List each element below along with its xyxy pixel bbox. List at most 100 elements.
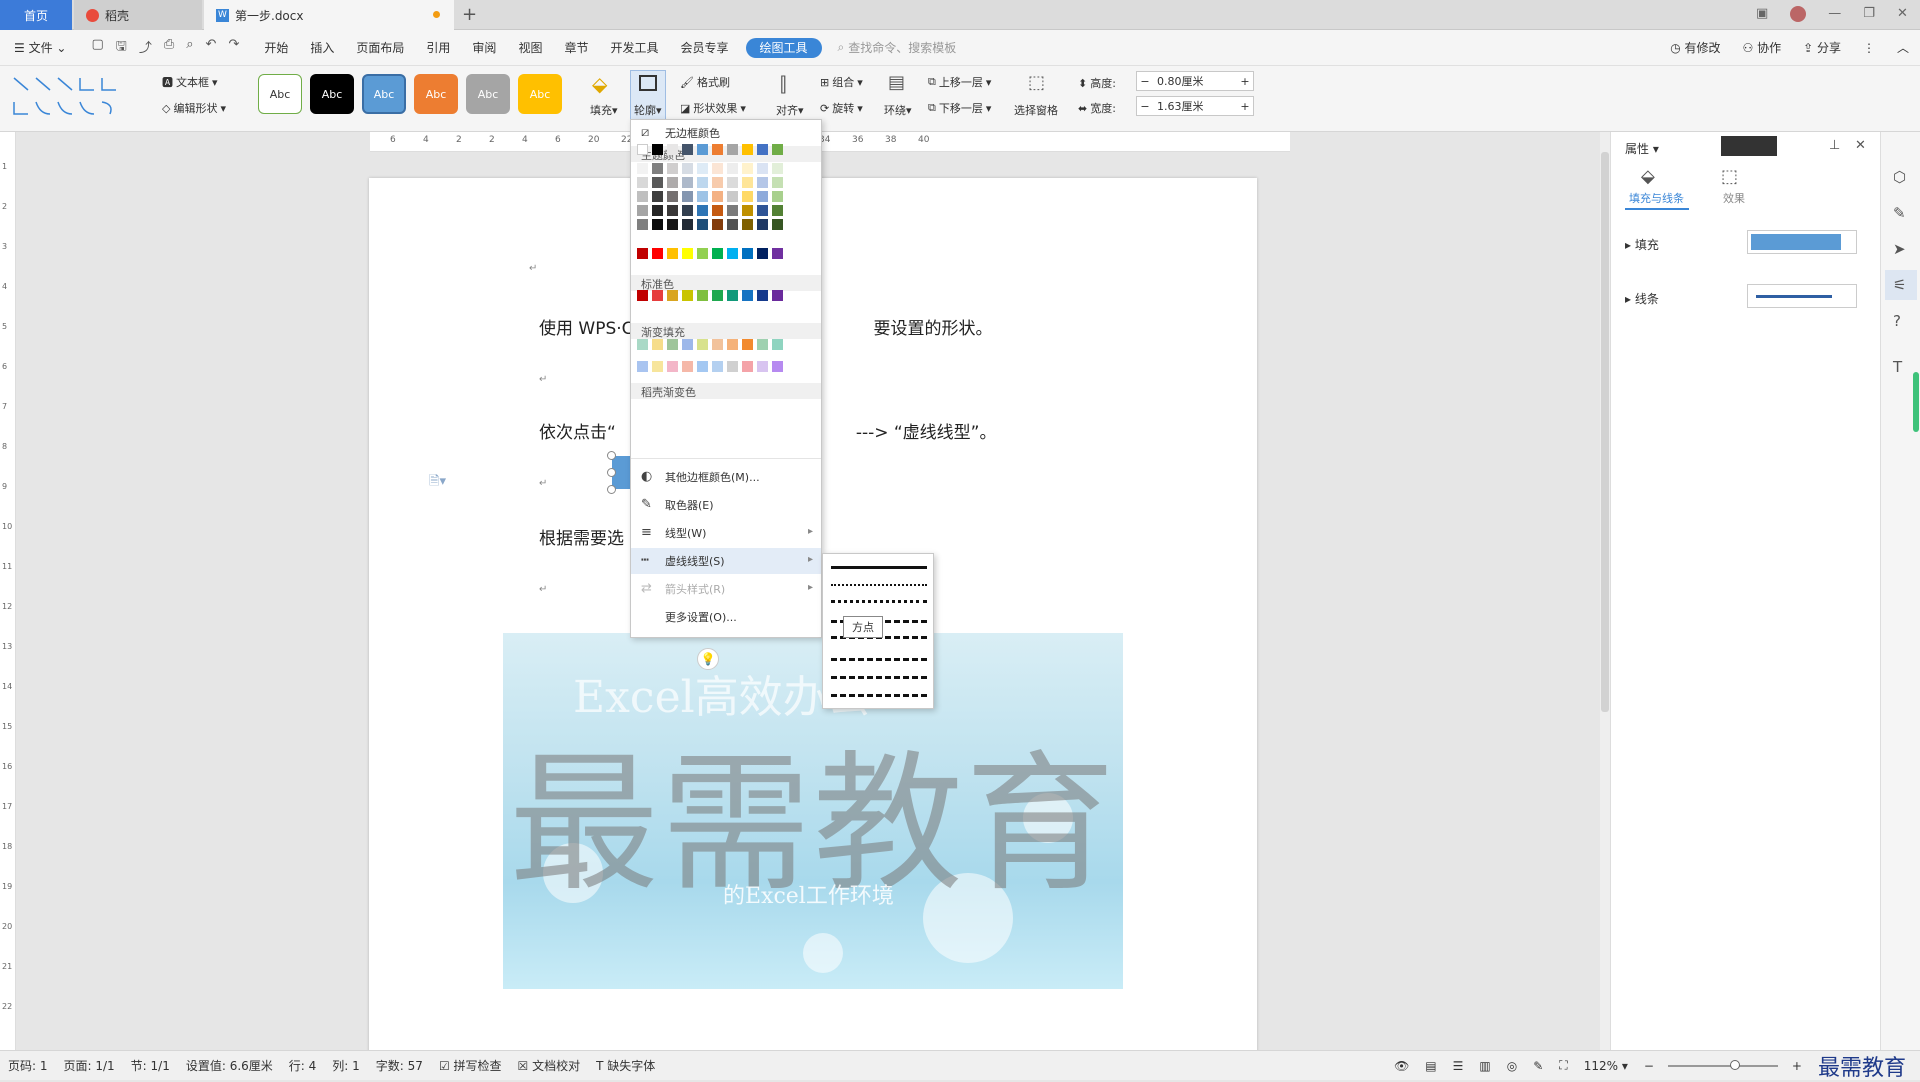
style-preset-6[interactable]: Abc <box>518 74 562 114</box>
theme-shade-swatch[interactable] <box>697 177 708 188</box>
docer-gradient-swatch[interactable] <box>682 361 693 372</box>
width-stepper[interactable]: − 1.63厘米 + <box>1136 96 1254 116</box>
zoom-in-icon[interactable]: + <box>1784 1059 1810 1073</box>
theme-shade-swatch[interactable] <box>772 163 783 174</box>
theme-shade-swatch[interactable] <box>682 191 693 202</box>
style-preset-5[interactable]: Abc <box>466 74 510 114</box>
menu-file[interactable]: ☰ 文件 ⌄ <box>0 30 77 66</box>
wrap-icon[interactable]: ▤ <box>888 72 905 93</box>
collapse-ribbon-icon[interactable]: ︿ <box>1886 30 1920 66</box>
docer-gradient-swatch[interactable] <box>727 339 738 350</box>
effect-tab-icon[interactable]: ⬚ <box>1721 166 1738 187</box>
docer-gradient-swatch[interactable] <box>697 339 708 350</box>
theme-shade-swatch[interactable] <box>742 177 753 188</box>
avatar[interactable] <box>1790 6 1807 22</box>
status-pages[interactable]: 页面: 1/1 <box>56 1057 123 1074</box>
fill-section[interactable]: ▸ 填充 <box>1625 236 1659 253</box>
fit-icon[interactable]: ⛶ <box>1551 1058 1575 1073</box>
dash-round-dot-option[interactable] <box>831 584 927 586</box>
save-icon[interactable]: 🖫 <box>116 37 127 59</box>
theme-shade-swatch[interactable] <box>757 191 768 202</box>
select-pane-icon[interactable]: ⬚ <box>1028 72 1045 93</box>
send-backward-button[interactable]: ⧉ 下移一层 ▾ <box>928 100 991 116</box>
tab-fill-line[interactable]: 填充与线条 <box>1629 190 1684 206</box>
theme-shade-swatch[interactable] <box>652 205 663 216</box>
theme-shade-swatch[interactable] <box>727 205 738 216</box>
group-button[interactable]: ⊞ 组合 ▾ <box>820 74 863 90</box>
theme-shade-swatch[interactable] <box>682 177 693 188</box>
gradient-swatch[interactable] <box>667 290 678 301</box>
line-section[interactable]: ▸ 线条 <box>1625 290 1659 307</box>
standard-color-swatch[interactable] <box>667 248 678 259</box>
redo-icon[interactable]: ↷ <box>228 37 239 59</box>
menu-chapter[interactable]: 章节 <box>553 30 599 66</box>
standard-color-swatch[interactable] <box>727 248 738 259</box>
dash-square-dot-option[interactable] <box>831 600 927 603</box>
theme-shade-swatch[interactable] <box>637 191 648 202</box>
theme-shade-swatch[interactable] <box>637 163 648 174</box>
standard-color-swatch[interactable] <box>712 248 723 259</box>
standard-color-swatch[interactable] <box>742 248 753 259</box>
rotate-button[interactable]: ⟳ 旋转 ▾ <box>820 100 863 116</box>
dash-solid-option[interactable] <box>831 566 927 569</box>
undo-icon[interactable]: ↶ <box>206 37 217 59</box>
style-preset-1[interactable]: Abc <box>258 74 302 114</box>
pen-icon[interactable]: ✎ <box>1893 204 1906 222</box>
theme-shade-swatch[interactable] <box>682 163 693 174</box>
theme-shade-swatch[interactable] <box>697 205 708 216</box>
resize-handle[interactable] <box>607 468 616 477</box>
modified-button[interactable]: ◷ 有修改 <box>1659 30 1731 66</box>
theme-shade-swatch[interactable] <box>742 191 753 202</box>
dash-long-dash-option[interactable] <box>831 658 927 661</box>
docer-gradient-swatch[interactable] <box>712 361 723 372</box>
docer-gradient-swatch[interactable] <box>742 361 753 372</box>
horizontal-ruler[interactable]: 6422462022242628303234363840 <box>370 132 1290 152</box>
pin-icon[interactable]: ⊥ <box>1829 138 1840 153</box>
height-value[interactable]: 0.80厘米 <box>1153 73 1237 89</box>
other-border-color-item[interactable]: ◐ 其他边框颜色(M)... <box>631 464 821 490</box>
fill-line-tab-icon[interactable]: ⬙ <box>1641 166 1655 187</box>
theme-shade-swatch[interactable] <box>637 177 648 188</box>
docer-gradient-swatch[interactable] <box>652 339 663 350</box>
status-page[interactable]: 页码: 1 <box>0 1057 56 1074</box>
theme-shade-swatch[interactable] <box>667 219 678 230</box>
theme-shade-swatch[interactable] <box>667 163 678 174</box>
align-button[interactable]: 对齐▾ <box>776 102 804 118</box>
status-setting[interactable]: 设置值: 6.6厘米 <box>178 1057 281 1074</box>
dash-long-dash-dot-option[interactable] <box>831 676 927 679</box>
theme-shade-swatch[interactable] <box>667 205 678 216</box>
zoom-select[interactable]: 112% ▾ <box>1576 1059 1636 1073</box>
properties-title[interactable]: 属性 ▾ <box>1625 140 1659 157</box>
theme-shade-swatch[interactable] <box>652 177 663 188</box>
status-section[interactable]: 节: 1/1 <box>123 1057 178 1074</box>
standard-color-swatch[interactable] <box>652 248 663 259</box>
more-settings-item[interactable]: 更多设置(O)... <box>631 604 821 630</box>
theme-color-swatch[interactable] <box>652 144 663 155</box>
theme-shade-swatch[interactable] <box>682 205 693 216</box>
docer-gradient-swatch[interactable] <box>712 339 723 350</box>
tab-wps[interactable]: 稻壳 <box>74 0 202 30</box>
new-doc-icon[interactable]: ▢ <box>91 37 103 59</box>
theme-shade-swatch[interactable] <box>637 219 648 230</box>
theme-shade-swatch[interactable] <box>757 219 768 230</box>
tab-home[interactable]: 首页 <box>0 0 72 30</box>
fill-icon[interactable]: ⬙ <box>592 72 607 96</box>
no-border-color-item[interactable]: ⧄ 无边框颜色 <box>631 122 821 144</box>
bring-forward-button[interactable]: ⧉ 上移一层 ▾ <box>928 74 991 90</box>
share-button[interactable]: ⇪ 分享 <box>1792 30 1852 66</box>
docer-gradient-swatch[interactable] <box>757 339 768 350</box>
outline-view-icon[interactable]: ☰ <box>1445 1059 1472 1073</box>
theme-color-swatch[interactable] <box>667 144 678 155</box>
doc-line-3[interactable]: 根据需要选 <box>539 524 624 549</box>
theme-color-swatch[interactable] <box>742 144 753 155</box>
color-picker-item[interactable]: ✎ 取色器(E) <box>631 492 821 518</box>
standard-color-swatch[interactable] <box>757 248 768 259</box>
theme-shade-swatch[interactable] <box>697 191 708 202</box>
edit-shape-button[interactable]: ◇ 编辑形状 ▾ <box>162 100 226 116</box>
dash-long-dash-dot-dot-option[interactable] <box>831 694 927 697</box>
docer-gradient-swatch[interactable] <box>727 361 738 372</box>
new-tab-icon[interactable]: + <box>462 4 477 25</box>
eye-icon[interactable]: 👁 <box>1386 1059 1417 1073</box>
standard-color-swatch[interactable] <box>637 248 648 259</box>
docer-gradient-swatch[interactable] <box>667 361 678 372</box>
